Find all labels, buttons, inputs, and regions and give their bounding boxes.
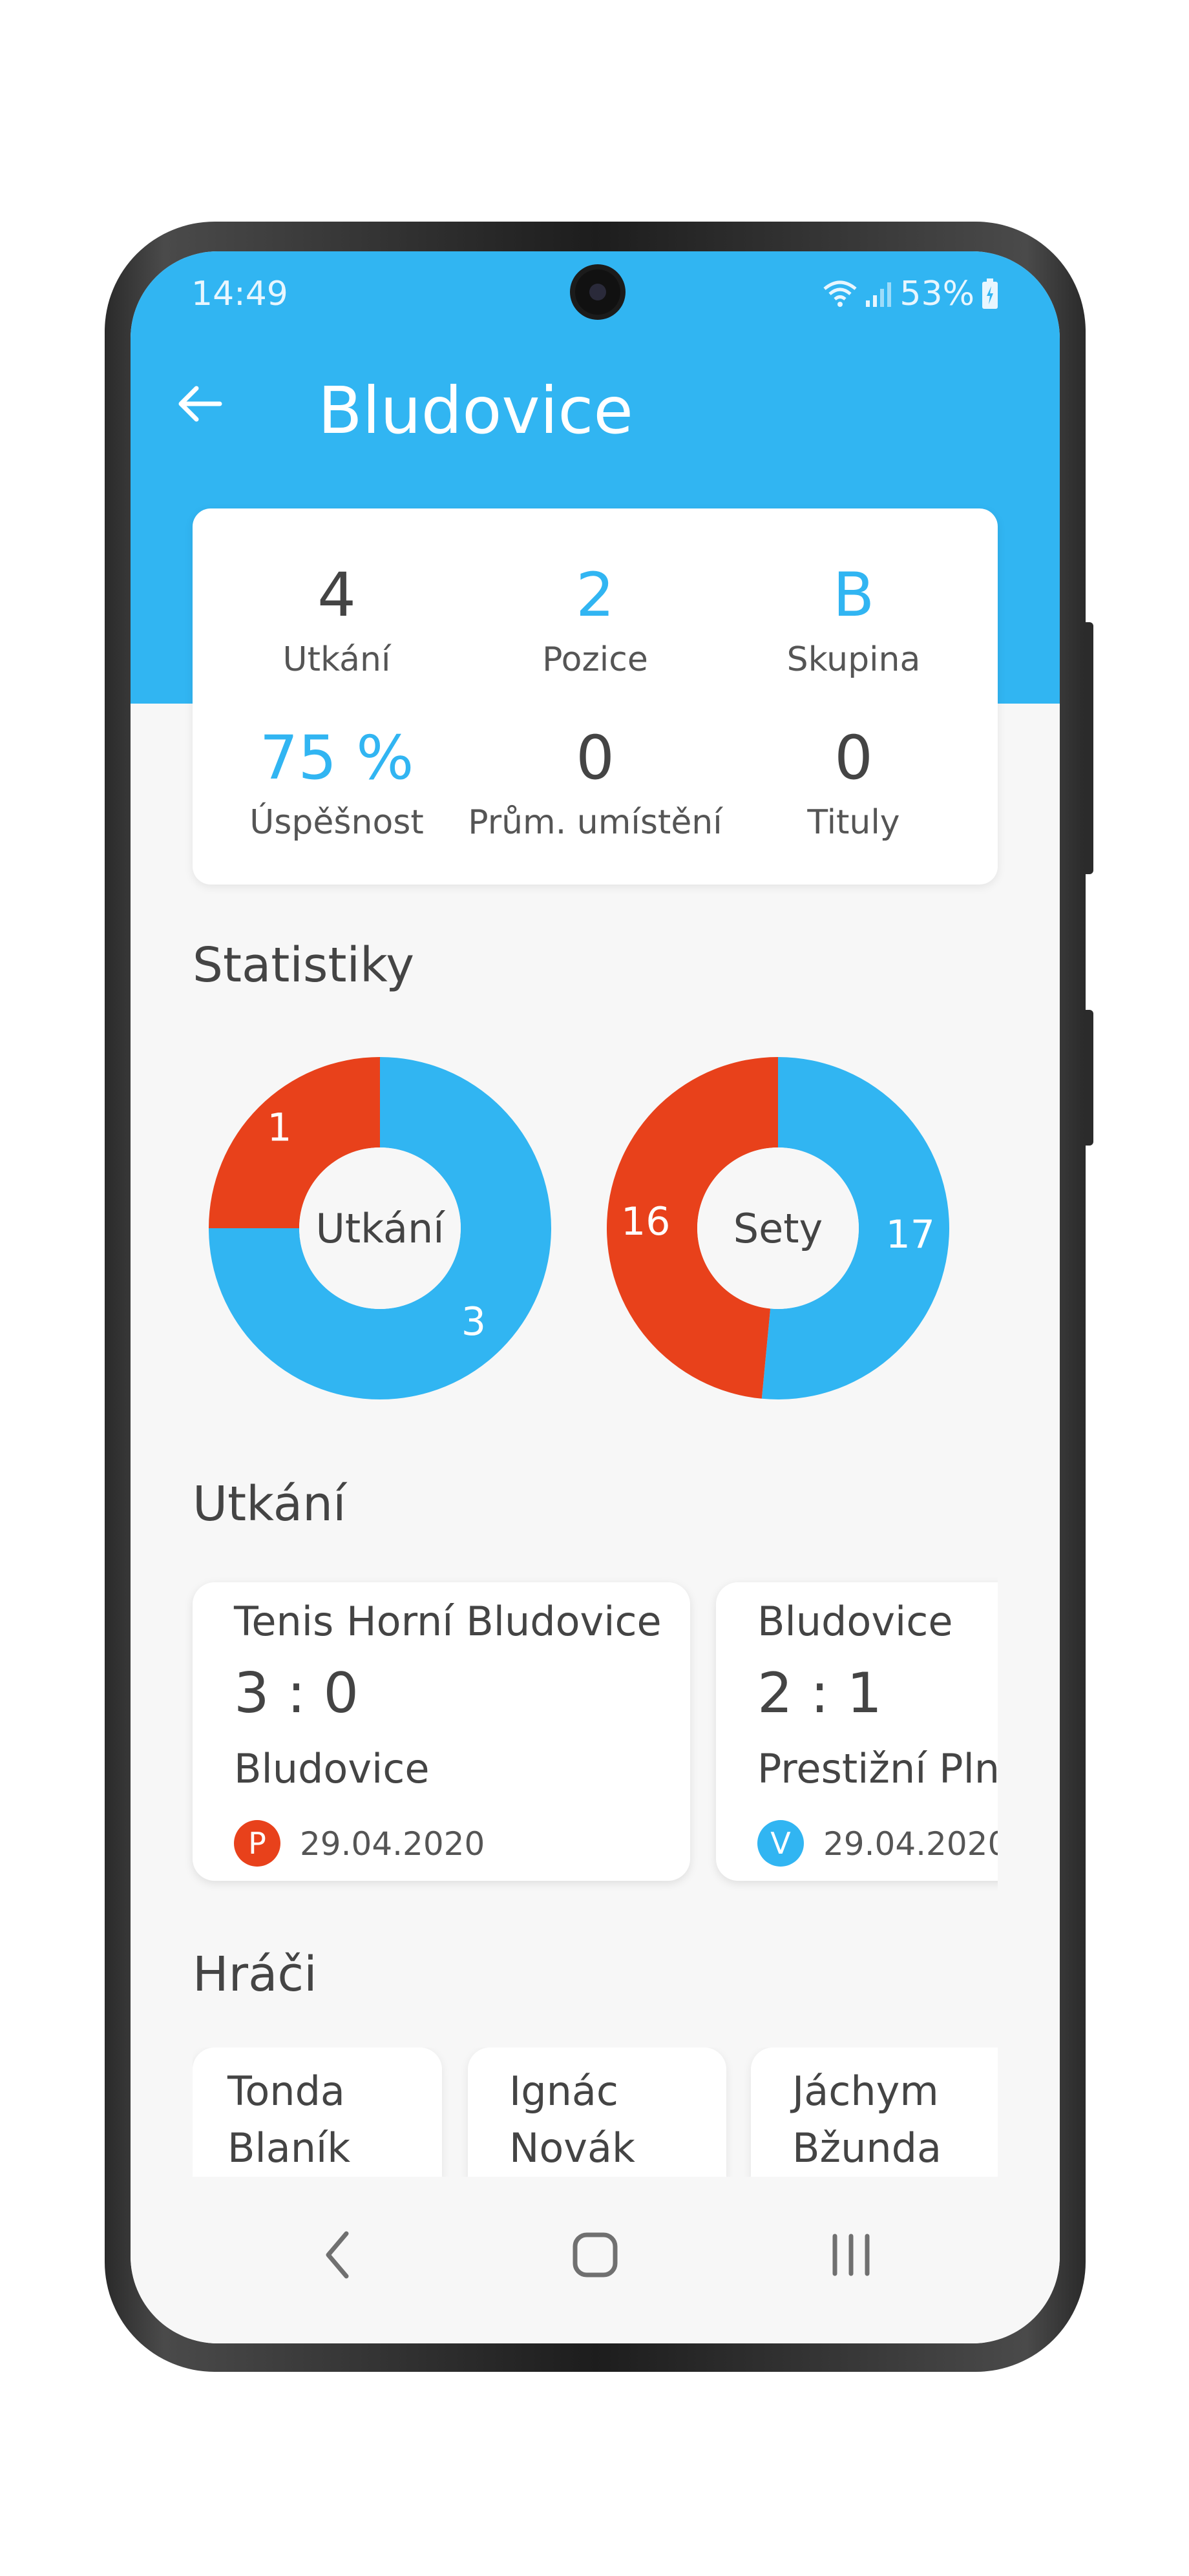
match-card[interactable]: Bludovice 2 : 1 Prestižní Plni V 29.04.2…: [716, 1582, 998, 1881]
front-camera: [575, 269, 620, 315]
result-badge: P: [234, 1820, 280, 1867]
app-bar: Bludovice: [131, 355, 1060, 452]
stat-label: Pozice: [542, 640, 648, 679]
sets-donut-chart[interactable]: 17 16 Sety: [604, 1054, 952, 1403]
stat-value: 0: [576, 723, 615, 793]
donut-slice-label: 1: [267, 1105, 291, 1150]
stat-value: 4: [317, 560, 356, 631]
player-first-name: Ignác: [509, 2068, 619, 2115]
match-score: 3 : 0: [234, 1661, 359, 1726]
donut-slice-label: 17: [886, 1212, 935, 1257]
section-title-matches: Utkání: [193, 1476, 346, 1532]
arrow-left-icon[interactable]: [174, 378, 226, 430]
system-nav-bar: [131, 2178, 1060, 2343]
match-away-team: Prestižní Plni: [757, 1745, 998, 1792]
stat-value: 0: [834, 723, 873, 793]
player-name: Tonda Blaník: [227, 2063, 350, 2177]
matches-donut-chart[interactable]: 3 1 Utkání: [205, 1054, 554, 1403]
screen: 14:49 53% Bludovice 4 Utkání 2 Pozice B …: [131, 251, 1060, 2343]
stat-titles: 0 Tituly: [724, 723, 983, 843]
player-last-name: Blaník: [227, 2124, 351, 2172]
players-carousel[interactable]: Tonda Blaník Ignác Novák Jáchym Bžunda: [193, 2047, 998, 2177]
power-button: [1084, 1010, 1093, 1146]
player-last-name: Bžunda: [792, 2124, 942, 2172]
player-card[interactable]: Jáchym Bžunda: [751, 2047, 998, 2177]
recents-icon[interactable]: [815, 2219, 887, 2290]
match-home-team: Tenis Horní Bludovice: [234, 1598, 662, 1645]
result-badge: V: [757, 1820, 804, 1867]
match-date: 29.04.2020: [300, 1825, 485, 1863]
matches-carousel[interactable]: Tenis Horní Bludovice 3 : 0 Bludovice P …: [131, 1569, 998, 1905]
donut-center-label: Sety: [733, 1205, 823, 1252]
battery-percent: 53%: [900, 275, 974, 313]
match-card[interactable]: Tenis Horní Bludovice 3 : 0 Bludovice P …: [193, 1582, 690, 1881]
match-home-team: Bludovice: [757, 1598, 953, 1645]
player-name: Ignác Novák: [509, 2063, 635, 2177]
chevron-left-icon[interactable]: [304, 2219, 375, 2290]
stat-group: B Skupina: [724, 560, 983, 680]
donut-slice-label: 16: [621, 1199, 670, 1244]
stat-label: Utkání: [282, 640, 391, 679]
section-title-statistics: Statistiky: [193, 937, 415, 993]
player-first-name: Tonda: [227, 2068, 345, 2115]
donut-center-label: Utkání: [315, 1205, 445, 1252]
player-first-name: Jáchym: [792, 2068, 939, 2115]
stat-value: 2: [576, 560, 615, 631]
stat-label: Tituly: [807, 803, 900, 842]
section-title-players: Hráči: [193, 1947, 317, 2002]
page-title: Bludovice: [318, 373, 633, 448]
player-last-name: Novák: [509, 2124, 635, 2172]
stat-label: Skupina: [786, 640, 921, 679]
home-icon[interactable]: [560, 2219, 631, 2290]
stats-card: 4 Utkání 2 Pozice B Skupina 75 % Úspěšno…: [193, 508, 998, 885]
volume-button: [1084, 622, 1093, 874]
stat-value: B: [832, 560, 875, 631]
status-bar: 14:49 53%: [131, 251, 1060, 329]
player-card[interactable]: Ignác Novák: [468, 2047, 726, 2177]
match-score: 2 : 1: [757, 1661, 883, 1726]
wifi-icon: [823, 280, 858, 307]
stat-value: 75 %: [259, 723, 414, 793]
status-time: 14:49: [191, 275, 288, 313]
player-name: Jáchym Bžunda: [792, 2063, 942, 2177]
player-card[interactable]: Tonda Blaník: [193, 2047, 442, 2177]
stat-position: 2 Pozice: [466, 560, 724, 680]
status-icons: 53%: [822, 275, 999, 313]
stat-label: Prům. umístění: [468, 803, 722, 842]
battery-icon: [982, 278, 998, 309]
stat-avg-placement: 0 Prům. umístění: [466, 723, 724, 843]
signal-icon: [866, 282, 892, 307]
stat-matches: 4 Utkání: [207, 560, 466, 680]
stat-label: Úspěšnost: [249, 803, 424, 842]
match-away-team: Bludovice: [234, 1745, 430, 1792]
match-date: 29.04.2020: [823, 1825, 998, 1863]
stat-success-rate: 75 % Úspěšnost: [207, 723, 466, 843]
donut-slice-label: 3: [461, 1299, 486, 1345]
phone-frame: 14:49 53% Bludovice 4 Utkání 2 Pozice B …: [105, 222, 1093, 2372]
